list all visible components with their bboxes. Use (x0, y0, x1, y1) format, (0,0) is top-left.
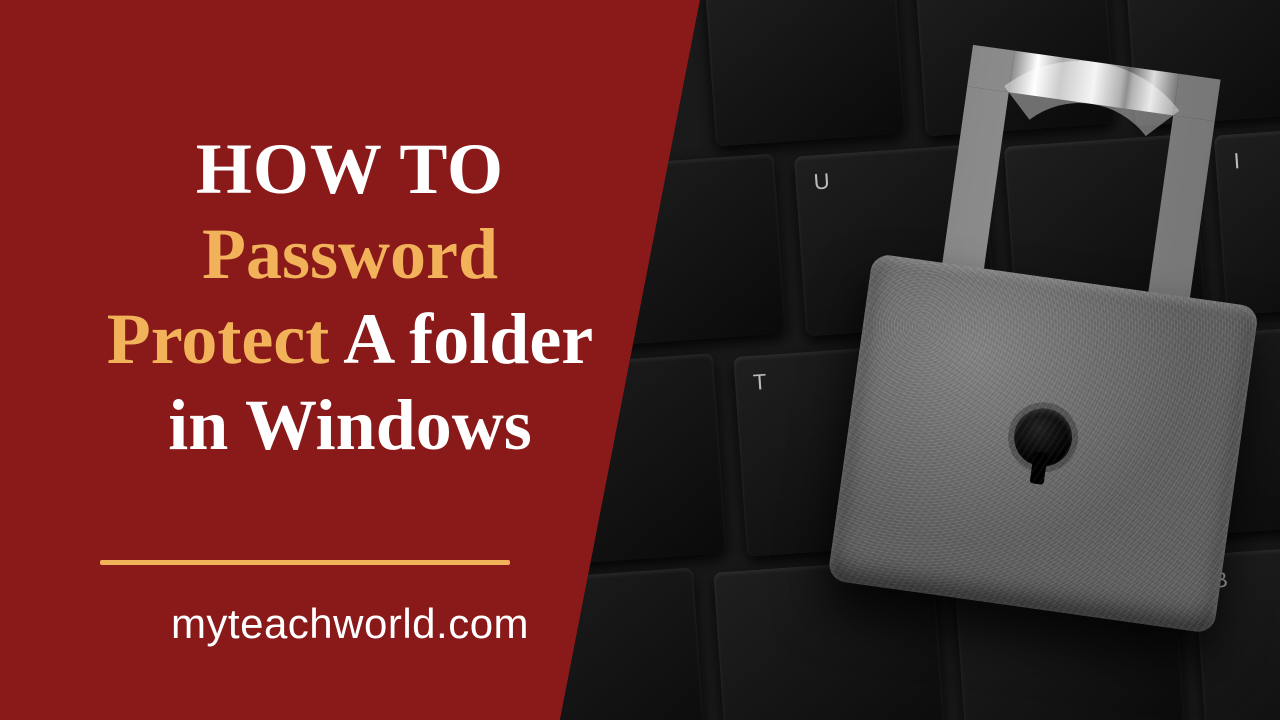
headline-line-3: Protect A folder (70, 300, 630, 379)
padlock-body (827, 253, 1259, 634)
promo-banner: 7 & U I T J B HOW TO Password Protect A … (0, 0, 1280, 720)
headline-plain: A folder (329, 299, 593, 379)
headline-line-4: in Windows (70, 386, 630, 465)
headline: HOW TO Password Protect A folder in Wind… (70, 130, 630, 465)
padlock-icon (820, 35, 1280, 685)
padlock-keyhole (1010, 405, 1076, 471)
headline-line-1: HOW TO (70, 130, 630, 209)
keyboard-key (704, 0, 905, 146)
photo-panel: 7 & U I T J B (560, 0, 1280, 720)
headline-accent: Protect (107, 299, 330, 379)
headline-line-2: Password (70, 215, 630, 294)
site-url: myteachworld.com (70, 600, 630, 648)
divider-line (100, 560, 510, 565)
